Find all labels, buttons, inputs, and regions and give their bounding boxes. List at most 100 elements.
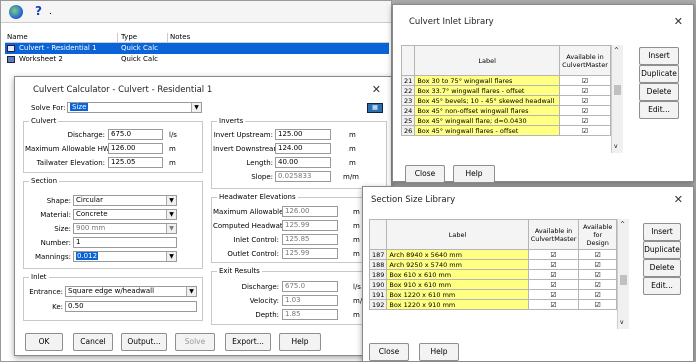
row-label[interactable]: Box 33.7° wingwall flares - offset — [414, 85, 561, 96]
help-button[interactable]: Help — [419, 343, 459, 361]
col-type[interactable]: Type — [121, 33, 137, 41]
inlet-lib-title: Culvert Inlet Library — [409, 17, 494, 27]
duplicate-button[interactable]: Duplicate — [639, 65, 679, 83]
label-header[interactable]: Label — [414, 45, 561, 76]
available-cm-checkbox[interactable]: ☑ — [527, 259, 580, 270]
edit-button[interactable]: Edit... — [639, 101, 679, 119]
row-label[interactable]: Box 45° bevels; 10 - 45° skewed headwall — [414, 95, 561, 106]
duplicate-button[interactable]: Duplicate — [643, 241, 681, 259]
available-design-checkbox[interactable]: ☑ — [578, 269, 617, 280]
help-icon[interactable]: ? — [35, 4, 48, 19]
available-design-checkbox[interactable]: ☑ — [578, 259, 617, 270]
table-row[interactable]: 23 Box 45° bevels; 10 - 45° skewed headwa… — [400, 95, 611, 106]
col-notes[interactable]: Notes — [170, 33, 190, 41]
row-label[interactable]: Box 910 x 610 mm — [386, 279, 529, 290]
col-name[interactable]: Name — [7, 33, 28, 41]
available-cm-checkbox[interactable]: ☑ — [527, 299, 580, 310]
available-design-checkbox[interactable]: ☑ — [578, 279, 617, 290]
scroll-thumb[interactable] — [614, 85, 621, 95]
output-button[interactable]: Output... — [121, 333, 167, 351]
number-input[interactable]: 1 — [73, 237, 177, 248]
row-label[interactable]: Box 1220 x 910 mm — [386, 299, 529, 310]
scroll-up-icon[interactable]: ^ — [620, 221, 625, 228]
available-checkbox[interactable]: ☑ — [559, 105, 611, 116]
ke-input[interactable]: 0.50 — [65, 301, 197, 312]
size-lib-scrollbar[interactable]: ^ v — [617, 219, 629, 329]
delete-button[interactable]: Delete — [639, 83, 679, 101]
row-label[interactable]: Box 45° wingwall flare; d=0.0430 — [414, 115, 561, 126]
row-label[interactable]: Box 30 to 75° wingwall flares — [414, 75, 561, 86]
material-select[interactable]: Concrete ▼ — [73, 209, 177, 220]
entrance-select[interactable]: Square edge w/headwall ▼ — [65, 286, 197, 297]
invert-down-input[interactable]: 124.00 — [275, 143, 331, 154]
insert-button[interactable]: Insert — [639, 47, 679, 65]
row-label[interactable]: Arch 9250 x 5740 mm — [386, 259, 529, 270]
available-cm-checkbox[interactable]: ☑ — [527, 289, 580, 300]
available-cm-checkbox[interactable]: ☑ — [527, 249, 580, 260]
available-cm-header[interactable]: Available in CulvertMaster — [527, 219, 580, 250]
table-row[interactable]: 26 Box 45° wingwall flares - offset ☑ — [400, 125, 611, 136]
available-cm-checkbox[interactable]: ☑ — [527, 279, 580, 290]
edit-button[interactable]: Edit... — [643, 277, 681, 295]
row-label[interactable]: Box 45° non-offset wingwall flares — [414, 105, 561, 116]
close-button[interactable]: Close — [405, 165, 445, 183]
scroll-up-icon[interactable]: ^ — [614, 47, 619, 54]
export-button[interactable]: Export... — [225, 333, 271, 351]
row-label[interactable]: Box 610 x 610 mm — [386, 269, 529, 280]
scroll-down-icon[interactable]: v — [614, 143, 618, 150]
globe-icon[interactable] — [9, 5, 23, 19]
max-hw-input[interactable]: 126.00 — [108, 143, 163, 154]
table-row[interactable]: 21 Box 30 to 75° wingwall flares ☑ — [400, 75, 611, 86]
table-row[interactable]: 187 Arch 8940 x 5640 mm ☑ ☑ — [368, 249, 617, 260]
delete-button[interactable]: Delete — [643, 259, 681, 277]
mannings-select[interactable]: 0.012 ▼ — [73, 251, 177, 262]
available-cm-checkbox[interactable]: ☑ — [527, 269, 580, 280]
table-row[interactable]: 188 Arch 9250 x 5740 mm ☑ ☑ — [368, 259, 617, 270]
shape-select[interactable]: Circular ▼ — [73, 195, 177, 206]
table-row[interactable]: 192 Box 1220 x 910 mm ☑ ☑ — [368, 299, 617, 310]
table-row[interactable]: 191 Box 1220 x 610 mm ☑ ☑ — [368, 289, 617, 300]
available-design-checkbox[interactable]: ☑ — [578, 249, 617, 260]
row-label[interactable]: Box 45° wingwall flares - offset — [414, 125, 561, 136]
table-row[interactable]: 190 Box 910 x 610 mm ☑ ☑ — [368, 279, 617, 290]
scroll-thumb[interactable] — [620, 275, 627, 285]
close-icon[interactable]: ✕ — [674, 15, 683, 28]
available-design-checkbox[interactable]: ☑ — [578, 299, 617, 310]
help-button[interactable]: Help — [279, 333, 321, 351]
tree-row[interactable]: Worksheet 2 Quick Calc — [5, 54, 389, 65]
table-row[interactable]: 22 Box 33.7° wingwall flares - offset ☑ — [400, 85, 611, 96]
table-row[interactable]: 189 Box 610 x 610 mm ☑ ☑ — [368, 269, 617, 280]
available-design-header[interactable]: Available for Design — [578, 219, 617, 250]
available-checkbox[interactable]: ☑ — [559, 95, 611, 106]
size-select[interactable]: 900 mm ▼ — [73, 223, 177, 234]
available-checkbox[interactable]: ☑ — [559, 115, 611, 126]
tree-row[interactable]: Culvert - Residential 1 Quick Calc — [5, 43, 389, 54]
available-checkbox[interactable]: ☑ — [559, 85, 611, 96]
label-header[interactable]: Label — [386, 219, 529, 250]
length-input[interactable]: 40.00 — [275, 157, 331, 168]
hw-computed-label: Computed Headwater: — [213, 222, 293, 230]
tailwater-input[interactable]: 125.05 — [108, 157, 163, 168]
available-header[interactable]: Available in CulvertMaster — [559, 45, 611, 76]
calculator-icon[interactable]: ▦ — [367, 103, 383, 113]
exit-discharge-label: Discharge: — [241, 283, 279, 291]
available-design-checkbox[interactable]: ☑ — [578, 289, 617, 300]
invert-up-input[interactable]: 125.00 — [275, 129, 331, 140]
close-button[interactable]: Close — [369, 343, 409, 361]
discharge-input[interactable]: 675.0 — [108, 129, 163, 140]
available-checkbox[interactable]: ☑ — [559, 75, 611, 86]
ok-button[interactable]: OK — [25, 333, 63, 351]
solve-for-select[interactable]: Size ▼ — [67, 102, 202, 113]
insert-button[interactable]: Insert — [643, 223, 681, 241]
table-row[interactable]: 25 Box 45° wingwall flare; d=0.0430 ☑ — [400, 115, 611, 126]
help-button[interactable]: Help — [453, 165, 495, 183]
available-checkbox[interactable]: ☑ — [559, 125, 611, 136]
scroll-down-icon[interactable]: v — [620, 319, 624, 326]
table-row[interactable]: 24 Box 45° non-offset wingwall flares ☑ — [400, 105, 611, 116]
inlet-lib-scrollbar[interactable]: ^ v — [611, 45, 623, 153]
row-label[interactable]: Arch 8940 x 5640 mm — [386, 249, 529, 260]
row-label[interactable]: Box 1220 x 610 mm — [386, 289, 529, 300]
cancel-button[interactable]: Cancel — [73, 333, 113, 351]
close-icon[interactable]: ✕ — [372, 83, 381, 96]
close-icon[interactable]: ✕ — [674, 193, 683, 206]
